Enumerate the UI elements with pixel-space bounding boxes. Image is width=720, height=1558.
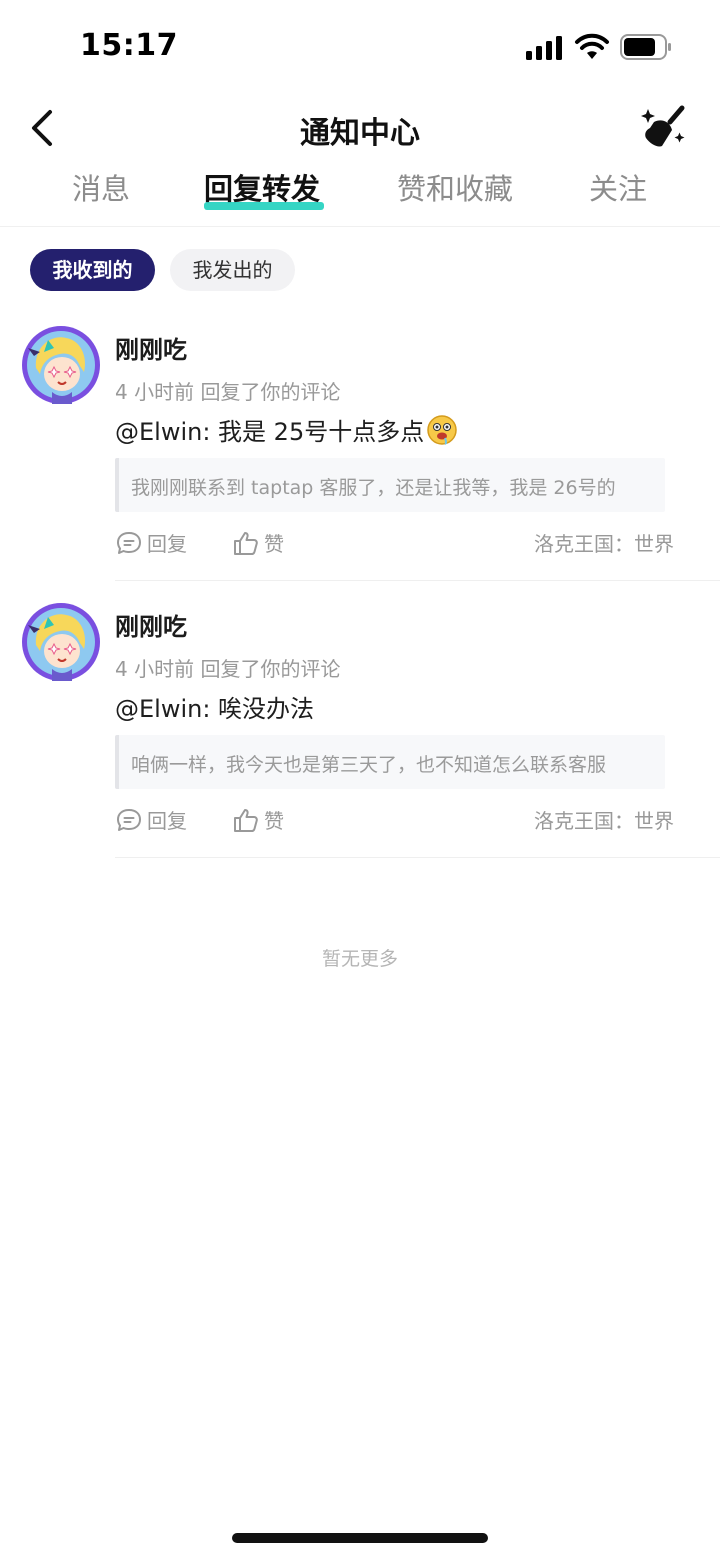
end-of-list-text: 暂无更多: [321, 948, 398, 970]
game-source[interactable]: 洛克王国：世界: [440, 805, 674, 834]
tab-messages[interactable]: 消息: [72, 166, 130, 208]
tab-bar: 消息 回复转发 赞和收藏 关注: [0, 166, 720, 226]
divider: [115, 580, 720, 581]
reply-text-content: @Elwin: 我是 25号十点多点: [115, 418, 425, 446]
tab-label: 回复转发: [204, 172, 321, 206]
like-button[interactable]: 赞: [232, 528, 302, 558]
divider: [0, 226, 720, 227]
avatar[interactable]: [22, 326, 100, 404]
battery-icon: [620, 34, 671, 60]
wifi-icon: [575, 33, 609, 59]
tab-likes-favorites[interactable]: 赞和收藏: [397, 166, 513, 208]
avatar[interactable]: [22, 603, 100, 681]
game-source[interactable]: 洛克王国：世界: [440, 528, 674, 557]
tab-replies[interactable]: 回复转发: [204, 166, 320, 208]
reply-text: @Elwin: 唉没办法: [115, 695, 315, 723]
home-indicator[interactable]: [232, 1533, 488, 1543]
item-meta: 4 小时前 回复了你的评论: [115, 657, 341, 681]
tab-label: 消息: [72, 172, 131, 206]
tab-label: 关注: [589, 172, 648, 206]
status-time: 15:17: [80, 28, 178, 63]
thumbs-up-icon: [234, 809, 258, 832]
comment-icon: [117, 532, 141, 554]
divider: [115, 857, 720, 858]
username[interactable]: 刚刚吃: [115, 330, 187, 365]
quoted-comment[interactable]: 我刚刚联系到 taptap 客服了，还是让我等，我是 26号的: [115, 458, 665, 512]
page-title: 通知中心: [300, 116, 420, 151]
reply-button[interactable]: 回复: [115, 528, 205, 558]
item-meta: 4 小时前 回复了你的评论: [115, 380, 341, 404]
comment-icon: [117, 809, 141, 831]
reply-label: 回复: [147, 809, 187, 833]
signal-icon: [526, 36, 562, 60]
quoted-comment-text: 我刚刚联系到 taptap 客服了，还是让我等，我是 26号的: [131, 477, 616, 499]
reply-text: @Elwin: 我是 25号十点多点: [115, 412, 458, 447]
notification-item[interactable]: 刚刚吃 4 小时前 回复了你的评论 @Elwin: 唉没办法 咱俩一样，我今天也…: [0, 603, 720, 879]
filter-sent-button[interactable]: 我发出的: [170, 249, 295, 291]
filter-received-button[interactable]: 我收到的: [30, 249, 155, 291]
broom-icon[interactable]: [640, 104, 688, 152]
drooling-face-icon: [427, 415, 457, 445]
quoted-comment[interactable]: 咱俩一样，我今天也是第三天了，也不知道怎么联系客服: [115, 735, 665, 789]
status-bar: 15:17: [0, 0, 720, 96]
nav-bar: 通知中心: [0, 96, 720, 160]
reply-button[interactable]: 回复: [115, 805, 205, 835]
notification-item[interactable]: 刚刚吃 4 小时前 回复了你的评论 @Elwin: 我是 25号十点多点 我刚刚…: [0, 326, 720, 602]
reply-label: 回复: [147, 532, 187, 556]
quoted-comment-text: 咱俩一样，我今天也是第三天了，也不知道怎么联系客服: [131, 754, 607, 776]
like-label: 赞: [264, 532, 284, 556]
like-button[interactable]: 赞: [232, 805, 302, 835]
username[interactable]: 刚刚吃: [115, 607, 187, 642]
tab-follows[interactable]: 关注: [589, 166, 647, 208]
like-label: 赞: [264, 809, 284, 833]
tab-label: 赞和收藏: [397, 172, 514, 206]
thumbs-up-icon: [234, 532, 258, 555]
